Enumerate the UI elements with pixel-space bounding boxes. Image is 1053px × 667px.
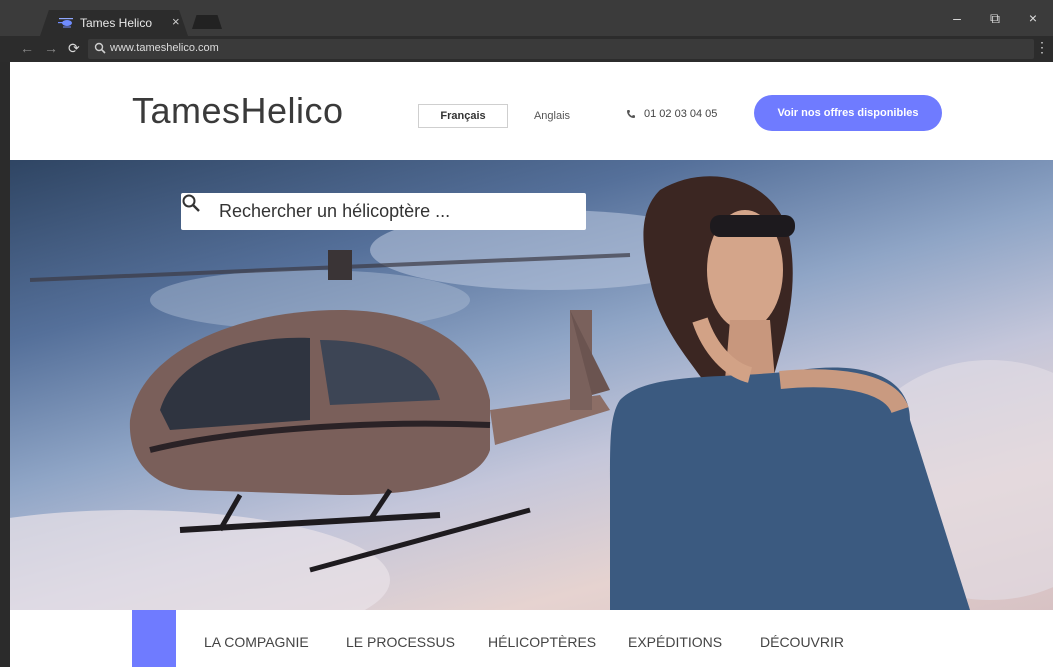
nav-item-le-processus[interactable]: LE PROCESSUS [346, 634, 455, 650]
phone-number: 01 02 03 04 05 [644, 108, 718, 120]
restore-icon[interactable]: ⧉ [985, 10, 1005, 27]
main-navigation: LA COMPAGNIE LE PROCESSUS HÉLICOPTÈRES E… [10, 610, 1053, 667]
url-text: www.tameshelico.com [110, 42, 219, 54]
helicopter-search-input[interactable]: Rechercher un hélicoptère ... [181, 193, 586, 230]
nav-item-la-compagnie[interactable]: LA COMPAGNIE [204, 634, 309, 650]
forward-arrow-icon[interactable]: → [44, 40, 58, 56]
site-logo[interactable]: TamesHelico [132, 90, 344, 132]
browser-tabstrip: Tames Helico × – ⧉ × [0, 0, 1053, 36]
browser-menu-icon[interactable]: ⋮ [1035, 39, 1049, 56]
helicopter-illustration [129, 310, 610, 573]
search-icon [182, 194, 200, 212]
language-english-button[interactable]: Anglais [522, 104, 582, 128]
browser-toolbar: ← → ⟳ www.tameshelico.com ⋮ [0, 36, 1053, 62]
browser-tab[interactable]: Tames Helico × [40, 10, 188, 36]
nav-accent-block [132, 610, 176, 667]
address-bar[interactable]: www.tameshelico.com [88, 39, 1034, 59]
phone-contact[interactable]: 01 02 03 04 05 [626, 108, 717, 120]
view-offers-button[interactable]: Voir nos offres disponibles [754, 95, 942, 131]
web-page: TamesHelico Français Anglais 01 02 03 04… [10, 62, 1053, 667]
phone-icon [627, 110, 635, 118]
helicopter-favicon-icon [58, 18, 73, 28]
hero-banner: Rechercher un hélicoptère ... [10, 160, 1053, 610]
close-window-icon[interactable]: × [1023, 10, 1043, 27]
tab-close-icon[interactable]: × [172, 14, 180, 29]
back-arrow-icon[interactable]: ← [20, 40, 34, 56]
tab-title: Tames Helico [80, 16, 153, 30]
search-icon [94, 42, 106, 54]
reload-icon[interactable]: ⟳ [68, 40, 80, 57]
minimize-icon[interactable]: – [947, 10, 967, 27]
language-french-button[interactable]: Français [418, 104, 508, 128]
nav-item-expeditions[interactable]: EXPÉDITIONS [628, 634, 722, 650]
nav-item-decouvrir[interactable]: DÉCOUVRIR [760, 634, 844, 650]
nav-item-helicopteres[interactable]: HÉLICOPTÈRES [488, 634, 596, 650]
search-placeholder: Rechercher un hélicoptère ... [219, 201, 451, 221]
window-controls: – ⧉ × [947, 10, 1043, 27]
new-tab-button[interactable] [192, 15, 222, 29]
